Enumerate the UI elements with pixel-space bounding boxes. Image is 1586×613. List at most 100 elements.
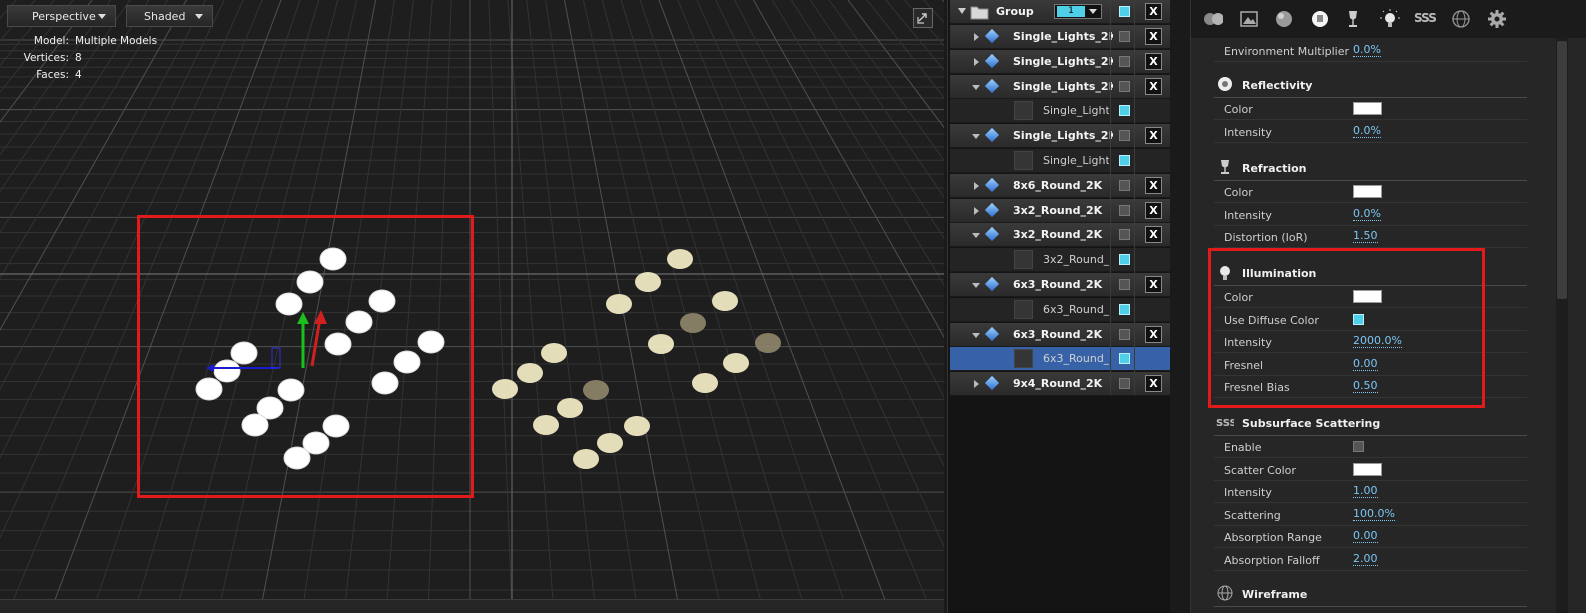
- delete-button[interactable]: X: [1145, 127, 1162, 145]
- checkbox[interactable]: [1353, 441, 1364, 452]
- group-header-row[interactable]: Group F 1 X: [950, 0, 1170, 24]
- delete-button[interactable]: X: [1145, 325, 1162, 343]
- section-header-reflectivity[interactable]: Reflectivity: [1214, 72, 1527, 98]
- properties-scrollbar[interactable]: [1556, 38, 1568, 613]
- gear-icon[interactable]: [1487, 9, 1507, 29]
- environment-multiplier-value[interactable]: 0.0%: [1353, 44, 1381, 57]
- section-title: Refraction: [1242, 162, 1307, 175]
- camera-dropdown[interactable]: Perspective: [7, 5, 116, 27]
- scene-item[interactable]: 3x2_Round_2K X: [950, 223, 1170, 248]
- scene-item-label: 3x2_Round_2: [1043, 253, 1109, 267]
- bulb-icon[interactable]: [1380, 9, 1400, 29]
- scene-item[interactable]: 6x3_Round_2K X: [950, 273, 1170, 297]
- property-value[interactable]: 100.0%: [1353, 507, 1395, 521]
- visibility-toggle[interactable]: [1119, 80, 1130, 92]
- scene-item[interactable]: 8x6_Round_2K X: [950, 173, 1170, 198]
- delete-button[interactable]: X: [1145, 176, 1162, 194]
- delete-button[interactable]: X: [1145, 28, 1162, 45]
- visibility-toggle[interactable]: [1119, 353, 1130, 365]
- delete-button[interactable]: X: [1145, 375, 1162, 393]
- visibility-toggle[interactable]: [1119, 155, 1130, 166]
- scene-child-item[interactable]: 3x2_Round_2: [950, 248, 1170, 273]
- chevron-down-icon: [1089, 9, 1097, 14]
- wireframe-icon[interactable]: [1451, 9, 1471, 29]
- visibility-toggle[interactable]: [1119, 229, 1130, 241]
- scene-item[interactable]: Single_Lights_2K X: [950, 74, 1170, 99]
- visibility-toggle[interactable]: [1119, 279, 1130, 290]
- property-value[interactable]: 0.0%: [1353, 207, 1381, 221]
- visibility-toggle[interactable]: [1119, 105, 1130, 117]
- color-swatch[interactable]: [1353, 185, 1382, 198]
- sphere-pair-icon[interactable]: [1203, 9, 1223, 29]
- property-value[interactable]: 0.00: [1353, 530, 1378, 544]
- sss-icon[interactable]: SSS: [1414, 11, 1440, 31]
- viewport-bottom-toolbar[interactable]: [0, 599, 944, 613]
- shading-dropdown[interactable]: Shaded: [126, 5, 213, 27]
- visibility-toggle[interactable]: [1119, 130, 1130, 142]
- visibility-toggle[interactable]: [1119, 179, 1130, 191]
- mesh-icon: [984, 276, 1000, 292]
- group-visibility-toggle[interactable]: [1119, 6, 1130, 17]
- expand-icon[interactable]: [974, 33, 979, 41]
- delete-button[interactable]: X: [1145, 201, 1162, 219]
- scene-item[interactable]: 9x4_Round_2K X: [950, 372, 1170, 397]
- scene-child-item[interactable]: Single_Light: [950, 149, 1170, 173]
- light-sphere-icon[interactable]: [1310, 9, 1330, 29]
- delete-button[interactable]: X: [1145, 226, 1162, 244]
- 3d-viewport[interactable]: Perspective Shaded Model: Multiple Models…: [0, 0, 944, 613]
- mesh-icon: [984, 177, 1000, 192]
- material-thumbnail-icon: [1014, 101, 1033, 121]
- section-header-wireframe[interactable]: Wireframe: [1214, 581, 1527, 607]
- color-swatch[interactable]: [1353, 102, 1382, 115]
- scene-item[interactable]: 3x2_Round_2K X: [950, 198, 1170, 223]
- group-delete-button[interactable]: X: [1145, 3, 1162, 20]
- visibility-toggle[interactable]: [1119, 303, 1130, 315]
- visibility-toggle[interactable]: [1119, 204, 1130, 216]
- material-properties-panel[interactable]: SSS Environment Multiplier 0.0% Reflectivi…: [1190, 0, 1586, 613]
- visibility-toggle[interactable]: [1119, 55, 1130, 67]
- property-value[interactable]: 0.0%: [1353, 124, 1381, 138]
- property-value[interactable]: 1.50: [1353, 230, 1378, 244]
- property-value[interactable]: 2.00: [1353, 553, 1378, 566]
- expand-icon[interactable]: [974, 181, 979, 190]
- scene-item[interactable]: Single_Lights_2K X: [950, 25, 1170, 49]
- visibility-toggle[interactable]: [1119, 328, 1130, 340]
- delete-button[interactable]: X: [1145, 52, 1162, 70]
- scene-item-label: 6x3_Round_2: [1043, 302, 1109, 316]
- collapse-icon[interactable]: [972, 283, 980, 288]
- section-header-refraction[interactable]: Refraction: [1214, 155, 1527, 181]
- color-swatch[interactable]: [1353, 462, 1382, 476]
- visibility-toggle[interactable]: [1119, 378, 1130, 390]
- glass-icon[interactable]: [1343, 9, 1363, 29]
- collapse-icon[interactable]: [958, 8, 966, 14]
- delete-button[interactable]: X: [1145, 77, 1162, 95]
- scene-child-item[interactable]: 6x3_Round_2: [950, 297, 1170, 322]
- collapse-icon[interactable]: [972, 134, 980, 140]
- light-disc: [597, 433, 623, 453]
- scene-item[interactable]: Single_Lights_2K X: [950, 124, 1170, 149]
- property-value[interactable]: 1.00: [1353, 485, 1378, 499]
- scene-item[interactable]: 6x3_Round_2K X: [950, 322, 1170, 347]
- section-header-subsurface-scattering[interactable]: SSS Subsurface Scattering: [1214, 410, 1527, 436]
- delete-button[interactable]: X: [1145, 276, 1162, 293]
- visibility-toggle[interactable]: [1119, 254, 1130, 266]
- image-icon[interactable]: [1239, 9, 1259, 29]
- collapse-icon[interactable]: [972, 84, 980, 90]
- maximize-viewport-button[interactable]: [913, 8, 933, 28]
- sphere-icon[interactable]: [1274, 9, 1294, 29]
- mesh-icon: [984, 53, 1000, 68]
- scene-child-item[interactable]: Single_Light: [950, 99, 1170, 124]
- collapse-icon[interactable]: [972, 332, 980, 338]
- scene-child-item[interactable]: 6x3_Round_2: [950, 347, 1170, 372]
- expand-icon[interactable]: [974, 206, 979, 215]
- group-count-select[interactable]: 1: [1054, 4, 1102, 19]
- scene-tree-panel[interactable]: Group F 1 X Single_Lights_2KXSingle_Ligh…: [947, 0, 1170, 613]
- scene-item[interactable]: Single_Lights_2K X: [950, 49, 1170, 74]
- scene-item-label: 9x4_Round_2K: [1013, 377, 1103, 391]
- expand-icon[interactable]: [974, 57, 979, 66]
- expand-icon[interactable]: [974, 380, 979, 389]
- visibility-toggle[interactable]: [1119, 31, 1130, 42]
- collapse-icon[interactable]: [972, 233, 980, 239]
- property-label: Intensity: [1224, 208, 1272, 222]
- scrollbar-thumb[interactable]: [1557, 41, 1567, 299]
